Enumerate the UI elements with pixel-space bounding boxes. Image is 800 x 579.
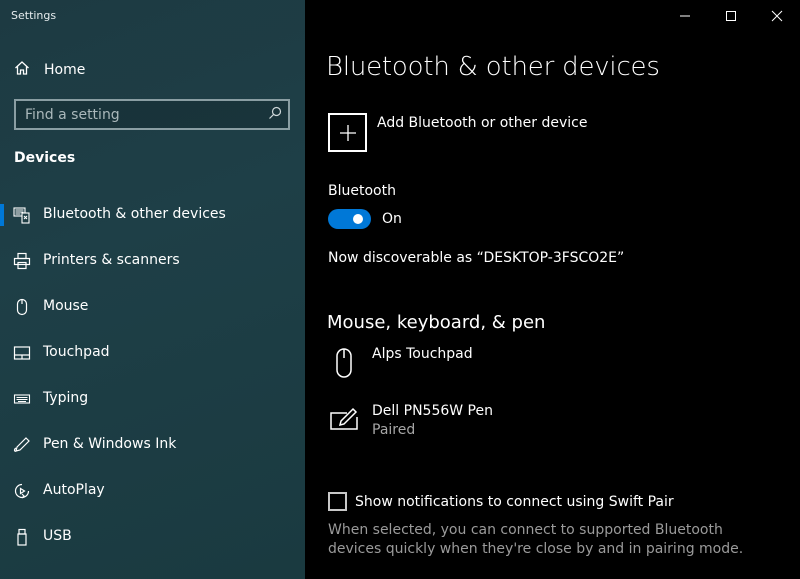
swift-pair-checkbox[interactable] <box>328 492 347 511</box>
minimize-button[interactable] <box>662 0 708 32</box>
page-title: Bluetooth & other devices <box>326 52 660 82</box>
maximize-icon <box>726 11 736 21</box>
discoverable-text: Now discoverable as “DESKTOP-3FSCO2E” <box>328 250 625 266</box>
sidebar-item-label: Touchpad <box>43 344 110 360</box>
bluetooth-state: On <box>382 211 402 227</box>
sidebar-item-typing[interactable]: Typing <box>0 384 305 430</box>
device-item[interactable]: Dell PN556W Pen Paired <box>328 403 493 438</box>
sidebar-item-touchpad[interactable]: Touchpad <box>0 338 305 384</box>
device-name: Dell PN556W Pen <box>372 403 493 419</box>
sidebar-item-autoplay[interactable]: AutoPlay <box>0 476 305 522</box>
sidebar: Settings Home Devices Bluetooth <box>0 0 305 579</box>
maximize-button[interactable] <box>708 0 754 32</box>
autoplay-icon <box>13 482 31 500</box>
swift-pair-label: Show notifications to connect using Swif… <box>355 493 674 510</box>
window-controls <box>662 0 800 32</box>
bluetooth-toggle-row: On <box>328 209 402 229</box>
pen-icon <box>13 436 31 454</box>
sidebar-item-pen[interactable]: Pen & Windows Ink <box>0 430 305 476</box>
sidebar-item-label: Mouse <box>43 298 89 314</box>
add-device-button[interactable]: Add Bluetooth or other device <box>328 113 587 152</box>
printer-icon <box>13 252 31 270</box>
minimize-icon <box>680 15 690 17</box>
section-label-devices: Devices <box>14 150 76 166</box>
add-device-label: Add Bluetooth or other device <box>377 115 588 131</box>
toggle-knob <box>353 214 363 224</box>
device-status: Paired <box>372 422 416 438</box>
bluetooth-label: Bluetooth <box>328 183 396 199</box>
sidebar-item-label: Typing <box>43 390 89 406</box>
selected-indicator <box>0 204 4 226</box>
bluetooth-toggle[interactable] <box>328 209 371 229</box>
sidebar-item-label: Bluetooth & other devices <box>43 206 226 222</box>
home-link[interactable]: Home <box>14 59 85 81</box>
sidebar-item-bluetooth[interactable]: Bluetooth & other devices <box>0 200 305 246</box>
mouse-icon <box>328 346 360 380</box>
app-title: Settings <box>11 9 57 22</box>
sidebar-item-usb[interactable]: USB <box>0 522 305 568</box>
pen-tablet-icon <box>328 403 360 437</box>
plus-icon <box>328 113 367 152</box>
close-button[interactable] <box>754 0 800 32</box>
swift-pair-option[interactable]: Show notifications to connect using Swif… <box>328 492 674 511</box>
sidebar-item-label: AutoPlay <box>43 482 105 498</box>
main-content: Bluetooth & other devices Add Bluetooth … <box>305 0 800 579</box>
keyboard-icon <box>13 390 31 408</box>
search-box[interactable] <box>14 99 290 130</box>
devices-section-title: Mouse, keyboard, & pen <box>327 312 546 333</box>
sidebar-nav: Bluetooth & other devices Printers & sca… <box>0 200 305 568</box>
search-icon[interactable] <box>268 105 288 124</box>
search-input[interactable] <box>25 106 268 123</box>
sidebar-item-label: Printers & scanners <box>43 252 180 268</box>
touchpad-icon <box>13 344 31 362</box>
device-item[interactable]: Alps Touchpad <box>328 346 473 380</box>
close-icon <box>771 10 783 22</box>
home-icon <box>14 60 30 80</box>
device-name: Alps Touchpad <box>372 346 473 362</box>
bluetooth-devices-icon <box>13 206 31 224</box>
sidebar-item-mouse[interactable]: Mouse <box>0 292 305 338</box>
sidebar-item-label: USB <box>43 528 72 544</box>
swift-pair-description: When selected, you can connect to suppor… <box>328 522 744 557</box>
mouse-icon <box>13 298 31 316</box>
usb-icon <box>13 528 31 546</box>
sidebar-item-printers[interactable]: Printers & scanners <box>0 246 305 292</box>
sidebar-item-label: Pen & Windows Ink <box>43 436 177 452</box>
home-label: Home <box>44 62 86 78</box>
